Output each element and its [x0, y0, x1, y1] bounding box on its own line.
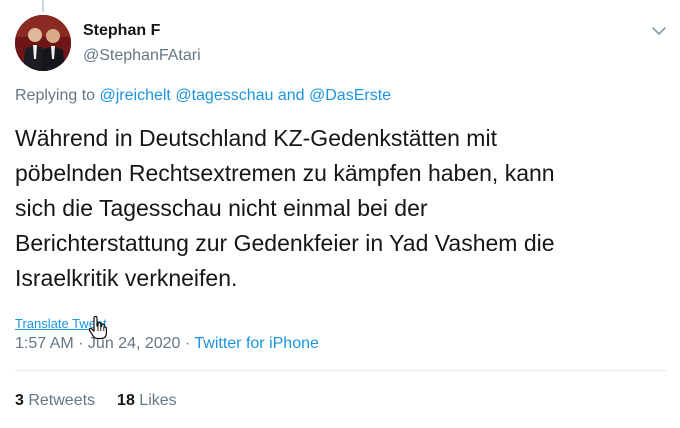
- meta-separator: ·: [73, 335, 88, 352]
- replying-to-line: Replying to @jreichelt @tagesschau and @…: [15, 87, 391, 105]
- tweet-time[interactable]: 1:57 AM: [15, 335, 74, 352]
- tweet-stats: 3 Retweets 18 Likes: [15, 392, 177, 410]
- hand-pointer-icon: [88, 315, 108, 340]
- divider: [15, 370, 667, 371]
- chevron-down-icon: [652, 27, 666, 35]
- tweet-source-link[interactable]: Twitter for iPhone: [194, 335, 319, 352]
- likes-count: 18: [117, 392, 135, 409]
- likes-label: Likes: [134, 392, 177, 409]
- author-handle[interactable]: @StephanFAtari: [83, 47, 201, 65]
- avatar[interactable]: [15, 15, 71, 71]
- retweets-stat[interactable]: 3 Retweets: [15, 392, 95, 409]
- tweet-text: Während in Deutschland KZ-Gedenkstätten …: [15, 125, 555, 291]
- tweet-options-button[interactable]: [648, 22, 670, 40]
- avatar-image: [15, 15, 71, 71]
- mention-conjunction: and: [273, 87, 309, 104]
- meta-separator: ·: [180, 335, 195, 352]
- likes-stat[interactable]: 18 Likes: [117, 392, 177, 409]
- retweets-label: Retweets: [23, 392, 96, 409]
- mention-link-jreichelt[interactable]: @jreichelt: [100, 87, 171, 104]
- thread-connector-line: [42, 0, 44, 12]
- replying-to-prefix: Replying to: [15, 87, 100, 104]
- tweet-metadata: 1:57 AM · Jun 24, 2020 · Twitter for iPh…: [15, 335, 319, 353]
- mention-link-tagesschau[interactable]: @tagesschau: [175, 87, 273, 104]
- retweets-count: 3: [15, 392, 24, 409]
- author-display-name[interactable]: Stephan F: [83, 22, 160, 40]
- mention-link-daserste[interactable]: @DasErste: [309, 87, 391, 104]
